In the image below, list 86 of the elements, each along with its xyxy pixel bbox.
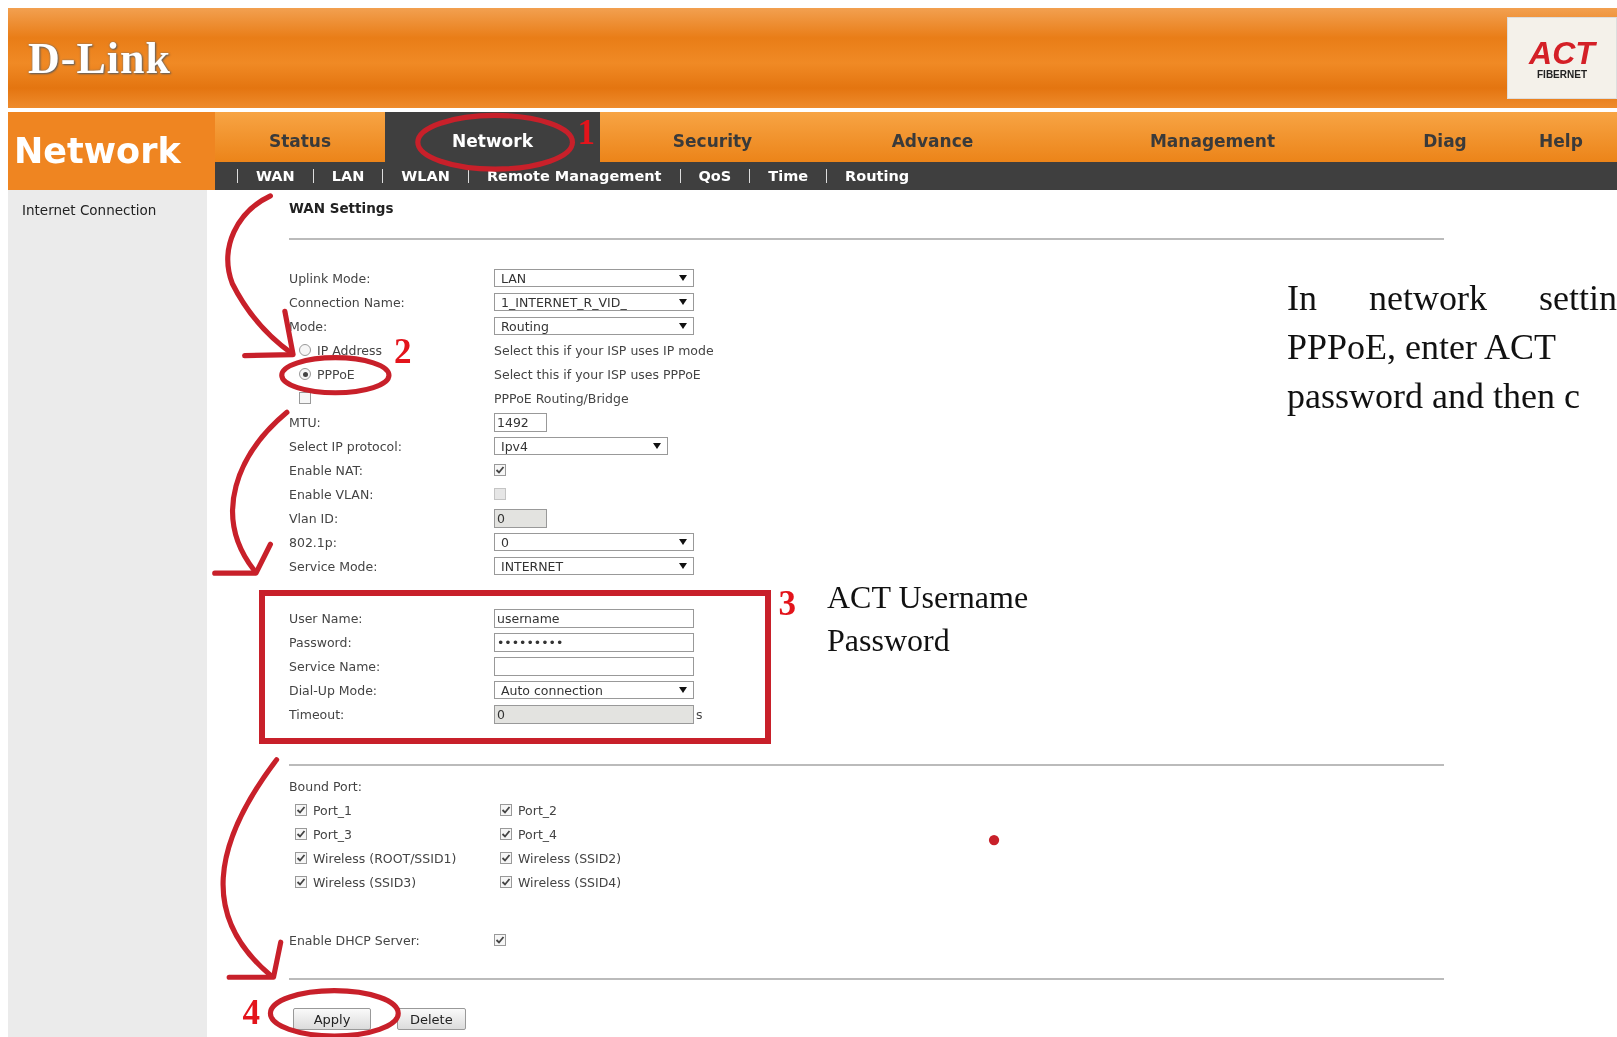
field-label: Dial-Up Mode:	[289, 682, 378, 698]
nav-tab[interactable]: Management	[1040, 112, 1385, 162]
nav-tab[interactable]: Advance	[825, 112, 1040, 162]
port-label: Port_2	[518, 802, 557, 818]
field-label: Mode:	[289, 318, 328, 334]
field-label: Enable DHCP Server:	[289, 932, 420, 948]
nav-tab[interactable]: Security	[600, 112, 825, 162]
checkbox[interactable]	[500, 828, 512, 840]
field-label: Timeout:	[289, 706, 345, 722]
field-label: 802.1p:	[289, 534, 337, 550]
unit-label: s	[696, 706, 703, 722]
dropdown[interactable]: Ipv4	[494, 437, 668, 455]
checkbox[interactable]	[500, 876, 512, 888]
input-field[interactable]: username	[494, 608, 694, 628]
field-label: Enable NAT:	[289, 462, 363, 478]
hint-text: Select this if your ISP uses PPPoE	[494, 366, 701, 382]
checkbox[interactable]	[494, 934, 506, 946]
sidebar-item[interactable]: Internet Connection	[22, 202, 207, 218]
field-label: Service Name:	[289, 658, 381, 674]
subnav-link[interactable]: LAN	[312, 169, 383, 183]
subnav-link[interactable]: QoS	[679, 169, 750, 183]
dropdown[interactable]: 1_INTERNET_R_VID_	[494, 293, 694, 311]
dropdown[interactable]: Routing	[494, 317, 694, 335]
subnav-link[interactable]: WLAN	[382, 169, 468, 183]
step-number: 2	[394, 331, 412, 371]
radio-button[interactable]	[299, 368, 311, 380]
checkbox[interactable]	[295, 804, 307, 816]
port-label: Port_1	[313, 802, 352, 818]
subnav-link[interactable]: Remote Management	[467, 169, 680, 183]
port-label: Wireless (SSID2)	[518, 850, 622, 866]
dropdown[interactable]: Auto connection	[494, 681, 694, 699]
checkbox[interactable]	[295, 876, 307, 888]
annotation-text: ACT Username	[827, 578, 1030, 617]
dropdown[interactable]: LAN	[494, 269, 694, 287]
subnav-link[interactable]: Routing	[826, 169, 928, 183]
step-number: 4	[242, 992, 261, 1032]
checkbox[interactable]	[295, 852, 307, 864]
section-title: Network	[8, 112, 215, 190]
port-label: Wireless (SSID4)	[518, 874, 622, 890]
dropdown[interactable]: INTERNET	[494, 557, 694, 575]
annotation-text: Password	[827, 621, 951, 660]
port-label: Port_3	[313, 826, 352, 842]
form-button[interactable]: Delete	[397, 1008, 466, 1030]
annotation-dot	[988, 834, 1000, 846]
checkbox[interactable]	[295, 828, 307, 840]
dropdown[interactable]: 0	[494, 533, 694, 551]
nav-tab[interactable]: Status	[215, 112, 385, 162]
field-label: Password:	[289, 634, 352, 650]
form-title: WAN Settings	[289, 200, 395, 216]
brand-logo: D-Link	[28, 32, 171, 84]
checkbox[interactable]	[299, 392, 311, 404]
step-number: 3	[778, 584, 797, 624]
subnav-link[interactable]: Time	[749, 169, 827, 183]
checkbox[interactable]	[500, 804, 512, 816]
logo-subtitle: FIBERNET	[1537, 68, 1587, 80]
radio-label: IP Address	[317, 342, 382, 358]
port-label: Wireless (SSID3)	[313, 874, 417, 890]
hint-text: Select this if your ISP uses IP mode	[494, 342, 714, 358]
step-number: 1	[577, 113, 596, 153]
nav-tab[interactable]: Diag	[1385, 112, 1505, 162]
input-field[interactable]	[494, 656, 694, 676]
field-label: Uplink Mode:	[289, 270, 371, 286]
field-label: Select IP protocol:	[289, 438, 402, 454]
input-field[interactable]: •••••••••	[494, 632, 694, 652]
instruction-line: In network settin	[1287, 277, 1617, 320]
radio-button[interactable]	[299, 344, 311, 356]
field-label: Enable VLAN:	[289, 486, 374, 502]
nav-tab[interactable]: Help	[1505, 112, 1617, 162]
checkbox[interactable]	[494, 464, 506, 476]
form-button[interactable]: Apply	[293, 1008, 371, 1030]
field-label: User Name:	[289, 610, 363, 626]
input-field[interactable]: 1492	[494, 412, 547, 432]
instruction-line: PPPoE, enter ACT	[1287, 326, 1557, 369]
field-label: MTU:	[289, 414, 321, 430]
field-label: Vlan ID:	[289, 510, 339, 526]
port-label: Wireless (ROOT/SSID1)	[313, 850, 457, 866]
port-label: Port_4	[518, 826, 557, 842]
checkbox[interactable]	[500, 852, 512, 864]
field-label: Bound Port:	[289, 778, 362, 794]
instruction-line: password and then c	[1287, 375, 1581, 418]
hint-text: PPPoE Routing/Bridge	[494, 390, 629, 406]
subnav-link[interactable]: WAN	[237, 169, 313, 183]
field-label: Service Mode:	[289, 558, 378, 574]
radio-label: PPPoE	[317, 366, 355, 382]
logo-title: ACT	[1529, 36, 1595, 69]
field-label: Connection Name:	[289, 294, 405, 310]
